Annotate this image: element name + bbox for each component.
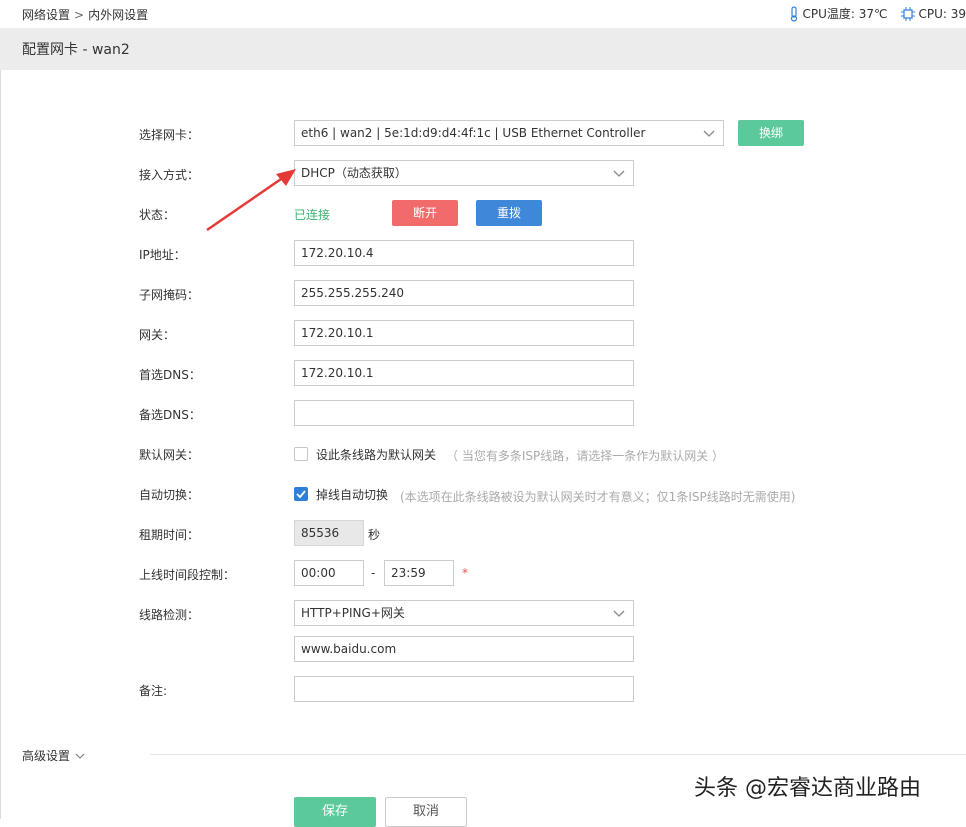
nic-select[interactable]: eth6 | wan2 | 5e:1d:d9:d4:4f:1c | USB Et… bbox=[294, 120, 724, 146]
ip-label: IP地址： bbox=[139, 248, 186, 262]
left-border bbox=[0, 70, 1, 819]
nic-select-value: eth6 | wan2 | 5e:1d:d9:d4:4f:1c | USB Et… bbox=[301, 126, 646, 140]
line-check-select[interactable]: HTTP+PING+网关 bbox=[294, 600, 634, 626]
auto-switch-label: 自动切换： bbox=[139, 488, 200, 502]
top-bar: 网络设置 > 内外网设置 CPU温度: 37℃ CPU: 39 bbox=[0, 0, 966, 28]
chevron-down-icon bbox=[75, 753, 85, 759]
watermark-text: 头条 @宏睿达商业路由 bbox=[694, 776, 921, 801]
breadcrumb: 网络设置 > 内外网设置 bbox=[22, 6, 148, 23]
nic-label: 选择网卡： bbox=[139, 128, 200, 142]
breadcrumb-separator: > bbox=[74, 8, 85, 22]
dns1-label: 首选DNS： bbox=[139, 368, 201, 382]
line-check-label: 线路检测： bbox=[139, 608, 200, 622]
gateway-label: 网关： bbox=[139, 328, 176, 342]
dns1-input[interactable]: 172.20.10.1 bbox=[294, 360, 634, 386]
default-gateway-checkbox-label[interactable]: 设此条线路为默认网关 bbox=[316, 446, 436, 463]
access-mode-label: 接入方式： bbox=[139, 168, 200, 182]
dns2-input[interactable] bbox=[294, 400, 634, 426]
rebind-button[interactable]: 换绑 bbox=[738, 120, 804, 146]
chip-icon bbox=[901, 6, 916, 21]
breadcrumb-current: 内外网设置 bbox=[88, 8, 149, 22]
page-header: 配置网卡 - wan2 bbox=[0, 28, 966, 70]
auto-switch-hint: (本选项在此条线路被设为默认网关时才有意义；仅1条ISP线路时无需使用) bbox=[400, 490, 796, 504]
cpu-temp-text: CPU温度: 37℃ bbox=[802, 7, 888, 21]
online-time-separator: - bbox=[371, 566, 376, 580]
required-mark: * bbox=[462, 566, 468, 580]
save-button[interactable]: 保存 bbox=[294, 797, 376, 827]
gateway-input[interactable]: 172.20.10.1 bbox=[294, 320, 634, 346]
redial-button[interactable]: 重拨 bbox=[476, 200, 542, 226]
disconnect-button[interactable]: 断开 bbox=[392, 200, 458, 226]
online-time-start-input[interactable]: 00:00 bbox=[294, 560, 364, 586]
thermometer-icon bbox=[791, 5, 798, 22]
chevron-down-icon bbox=[613, 610, 625, 617]
note-label: 备注: bbox=[139, 684, 168, 698]
chevron-down-icon bbox=[613, 170, 625, 177]
auto-switch-checkbox[interactable] bbox=[294, 487, 308, 501]
line-check-value: HTTP+PING+网关 bbox=[301, 606, 405, 620]
advanced-settings-label: 高级设置 bbox=[22, 749, 71, 763]
checkmark-icon bbox=[296, 490, 306, 499]
default-gateway-label: 默认网关： bbox=[139, 448, 200, 462]
status-label: 状态： bbox=[139, 208, 176, 222]
section-divider bbox=[150, 754, 966, 755]
cpu-usage-indicator: CPU: 39 bbox=[901, 6, 966, 21]
cpu-usage-text: CPU: 39 bbox=[918, 6, 966, 21]
netmask-label: 子网掩码： bbox=[139, 288, 200, 302]
cancel-button[interactable]: 取消 bbox=[385, 797, 467, 827]
breadcrumb-parent[interactable]: 网络设置 bbox=[22, 8, 70, 22]
default-gateway-hint: （ 当您有多条ISP线路，请选择一条作为默认网关 ） bbox=[446, 449, 725, 463]
dns2-label: 备选DNS： bbox=[139, 408, 201, 422]
advanced-settings-toggle[interactable]: 高级设置 bbox=[22, 747, 85, 764]
access-mode-select[interactable]: DHCP（动态获取） bbox=[294, 160, 634, 186]
system-info: CPU温度: 37℃ CPU: 39 bbox=[775, 5, 966, 22]
connection-status: 已连接 bbox=[294, 208, 331, 222]
note-input[interactable] bbox=[294, 676, 634, 702]
online-time-end-input[interactable]: 23:59 bbox=[384, 560, 454, 586]
page-title: 配置网卡 - wan2 bbox=[22, 42, 130, 58]
cpu-temp-indicator: CPU温度: 37℃ bbox=[789, 5, 887, 22]
access-mode-value: DHCP（动态获取） bbox=[301, 166, 407, 180]
chevron-down-icon bbox=[703, 130, 715, 137]
ip-input[interactable]: 172.20.10.4 bbox=[294, 240, 634, 266]
lease-input: 85536 bbox=[294, 520, 364, 546]
lease-label: 租期时间： bbox=[139, 528, 200, 542]
netmask-input[interactable]: 255.255.255.240 bbox=[294, 280, 634, 306]
auto-switch-checkbox-label[interactable]: 掉线自动切换 bbox=[316, 486, 388, 503]
default-gateway-checkbox[interactable] bbox=[294, 447, 308, 461]
lease-unit: 秒 bbox=[368, 528, 381, 542]
line-check-target-input[interactable]: www.baidu.com bbox=[294, 636, 634, 662]
annotation-arrow-icon bbox=[206, 169, 296, 232]
online-time-label: 上线时间段控制： bbox=[139, 568, 236, 582]
